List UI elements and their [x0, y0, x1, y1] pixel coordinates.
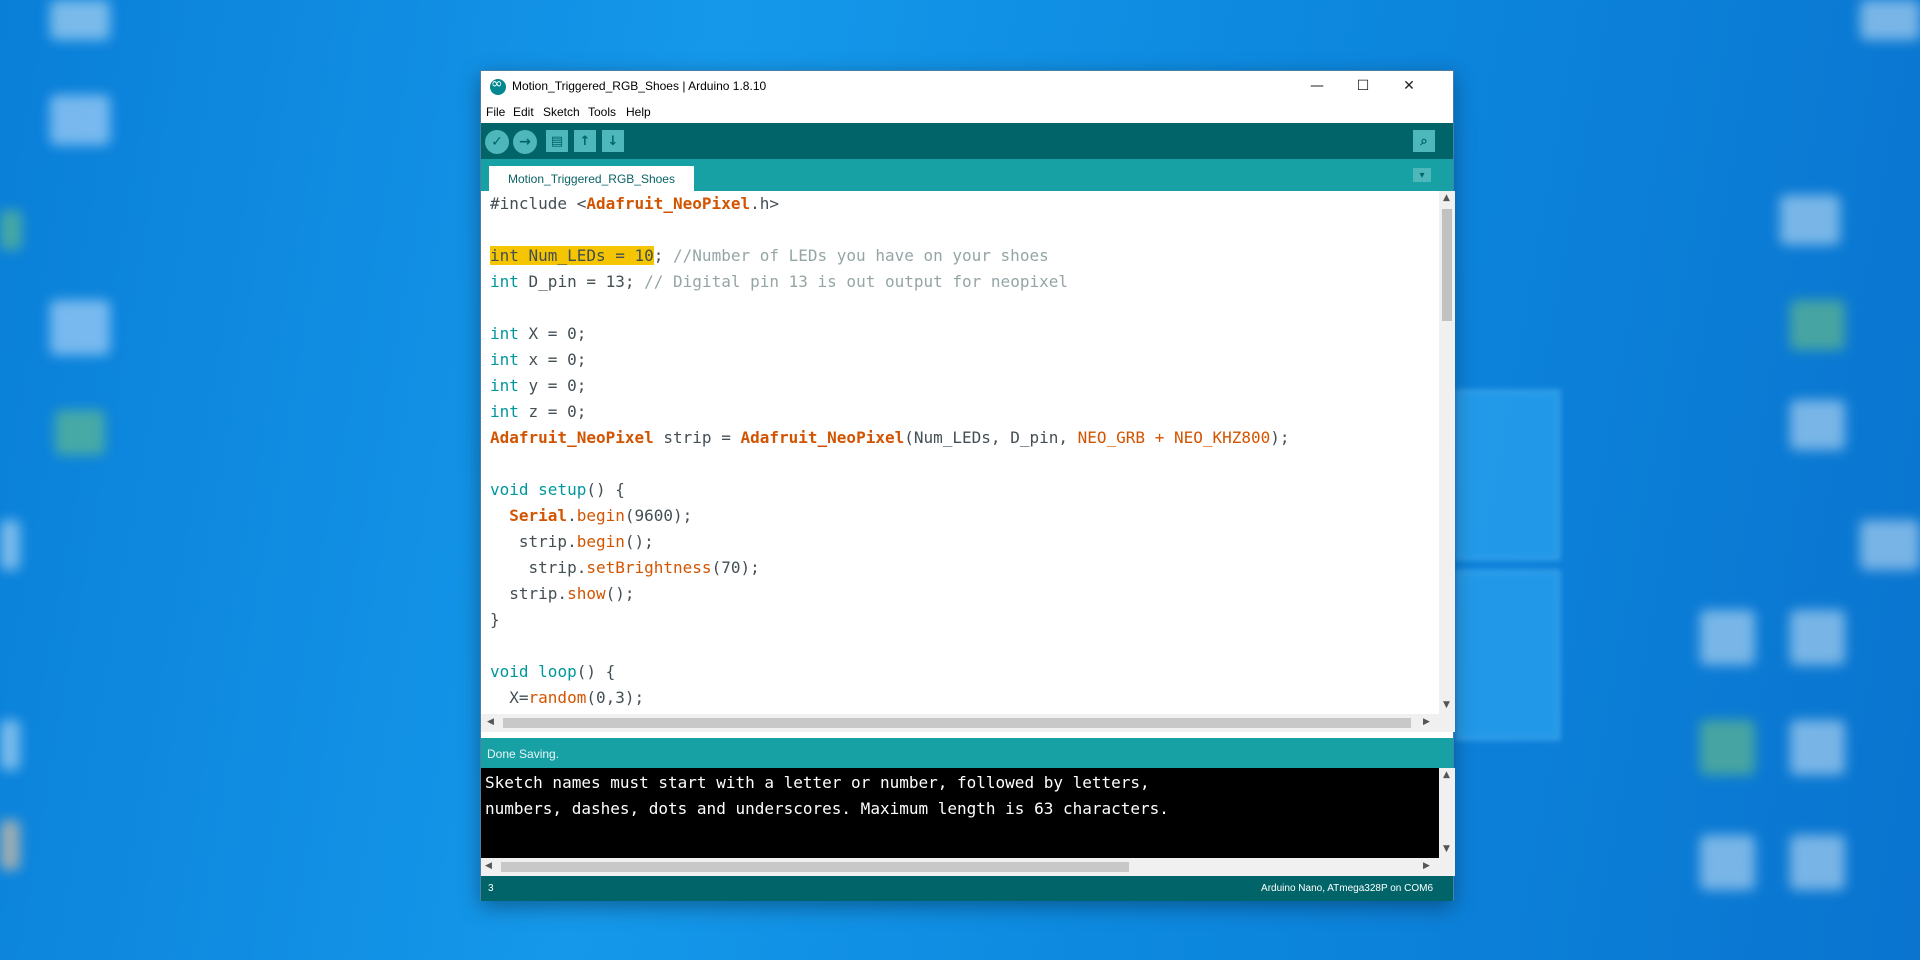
- toolbar: ✓ → ▤ ↑ ↓ ⌕: [481, 123, 1453, 159]
- code-line: int y = 0;: [490, 376, 587, 395]
- code-line: #include <Adafruit_NeoPixel.h>: [490, 194, 779, 213]
- desktop-icon[interactable]: [1700, 720, 1755, 775]
- scrollbar-thumb[interactable]: [501, 862, 1129, 872]
- scroll-down-icon[interactable]: ▼: [1443, 700, 1450, 710]
- scroll-left-icon[interactable]: ◀: [485, 861, 492, 871]
- desktop-icon[interactable]: [1860, 0, 1920, 40]
- tab-menu-chevron-icon[interactable]: ▾: [1413, 168, 1431, 182]
- code-line: int z = 0;: [490, 402, 587, 421]
- desktop-icon[interactable]: [1790, 400, 1845, 450]
- console-horizontal-scrollbar[interactable]: ◀ ▶: [481, 858, 1455, 876]
- desktop-icon[interactable]: [0, 520, 20, 570]
- new-file-icon[interactable]: ▤: [546, 130, 568, 152]
- scrollbar-thumb[interactable]: [503, 718, 1411, 728]
- scroll-up-icon[interactable]: ▲: [1443, 193, 1450, 203]
- code-line: int X = 0;: [490, 324, 587, 343]
- arduino-app-icon: [490, 76, 506, 95]
- desktop-icon[interactable]: [1790, 835, 1845, 890]
- upload-arrow-icon[interactable]: →: [513, 130, 537, 154]
- menu-bar: File Edit Sketch Tools Help: [481, 101, 1453, 123]
- console-line: Sketch names must start with a letter or…: [485, 773, 1150, 792]
- code-line: void loop() {: [490, 662, 616, 681]
- tab-bar: Motion_Triggered_RGB_Shoes ▾: [481, 159, 1453, 191]
- scroll-down-icon[interactable]: ▼: [1443, 844, 1450, 854]
- desktop-icon[interactable]: [50, 0, 110, 40]
- scroll-right-icon[interactable]: ▶: [1423, 717, 1430, 727]
- desktop-icon[interactable]: [1700, 610, 1755, 665]
- desktop-icon[interactable]: [0, 210, 22, 250]
- menu-tools[interactable]: Tools: [588, 105, 616, 119]
- code-line: int x = 0;: [490, 350, 587, 369]
- desktop-icon[interactable]: [50, 300, 110, 355]
- open-up-arrow-icon[interactable]: ↑: [574, 130, 596, 152]
- line-number: 3: [488, 883, 494, 894]
- desktop-icon[interactable]: [0, 720, 20, 770]
- menu-file[interactable]: File: [486, 105, 505, 119]
- code-line: void setup() {: [490, 480, 625, 499]
- desktop-icon[interactable]: [0, 820, 20, 870]
- arduino-ide-window: Motion_Triggered_RGB_Shoes | Arduino 1.8…: [480, 70, 1455, 901]
- maximize-button[interactable]: ☐: [1340, 71, 1386, 101]
- scroll-right-icon[interactable]: ▶: [1423, 861, 1430, 871]
- desktop-icon[interactable]: [1790, 300, 1845, 350]
- code-line: strip.show();: [490, 584, 635, 603]
- desktop-icon[interactable]: [1780, 195, 1840, 245]
- board-port-info: Arduino Nano, ATmega328P on COM6: [1261, 883, 1433, 894]
- window-title: Motion_Triggered_RGB_Shoes | Arduino 1.8…: [512, 79, 767, 93]
- code-line: Adafruit_NeoPixel strip = Adafruit_NeoPi…: [490, 428, 1290, 447]
- console-line: numbers, dashes, dots and underscores. M…: [485, 799, 1169, 818]
- menu-sketch[interactable]: Sketch: [543, 105, 580, 119]
- desktop-icon[interactable]: [1700, 835, 1755, 890]
- menu-edit[interactable]: Edit: [513, 105, 534, 119]
- save-down-arrow-icon[interactable]: ↓: [602, 130, 624, 152]
- tab-sketch[interactable]: Motion_Triggered_RGB_Shoes: [489, 166, 694, 191]
- desktop-icon[interactable]: [55, 410, 105, 455]
- code-line: int D_pin = 13; // Digital pin 13 is out…: [490, 272, 1068, 291]
- code-line-highlighted: int Num_LEDs = 10; //Number of LEDs you …: [490, 246, 1049, 265]
- code-line: X=random(0,3);: [490, 688, 645, 707]
- verify-check-icon[interactable]: ✓: [485, 130, 509, 154]
- status-message: Done Saving.: [487, 747, 560, 761]
- editor-horizontal-scrollbar[interactable]: ◀ ▶: [481, 714, 1455, 732]
- desktop-icon[interactable]: [1860, 520, 1920, 570]
- desktop-icon[interactable]: [1790, 610, 1845, 665]
- menu-help[interactable]: Help: [626, 105, 651, 119]
- desktop-icon[interactable]: [1790, 720, 1845, 775]
- code-line: strip.setBrightness(70);: [490, 558, 760, 577]
- console-vertical-scrollbar[interactable]: ▲ ▼: [1439, 768, 1455, 858]
- console-output[interactable]: Sketch names must start with a letter or…: [481, 768, 1439, 858]
- status-bar: Done Saving.: [481, 738, 1453, 768]
- code-line: }: [490, 610, 500, 629]
- scrollbar-thumb[interactable]: [1442, 209, 1452, 321]
- scroll-up-icon[interactable]: ▲: [1443, 770, 1450, 780]
- close-button[interactable]: ✕: [1386, 71, 1432, 101]
- code-line: strip.begin();: [490, 532, 654, 551]
- footer-bar: 3 Arduino Nano, ATmega328P on COM6: [481, 876, 1453, 901]
- code-editor[interactable]: #include <Adafruit_NeoPixel.h> int Num_L…: [481, 191, 1439, 714]
- serial-monitor-magnifier-icon[interactable]: ⌕: [1413, 130, 1435, 152]
- desktop-icon[interactable]: [50, 95, 110, 145]
- scroll-left-icon[interactable]: ◀: [487, 717, 494, 727]
- code-line: Serial.begin(9600);: [509, 506, 693, 525]
- minimize-button[interactable]: —: [1294, 71, 1340, 101]
- editor-vertical-scrollbar[interactable]: ▲ ▼: [1439, 191, 1455, 714]
- title-bar[interactable]: Motion_Triggered_RGB_Shoes | Arduino 1.8…: [481, 71, 1453, 101]
